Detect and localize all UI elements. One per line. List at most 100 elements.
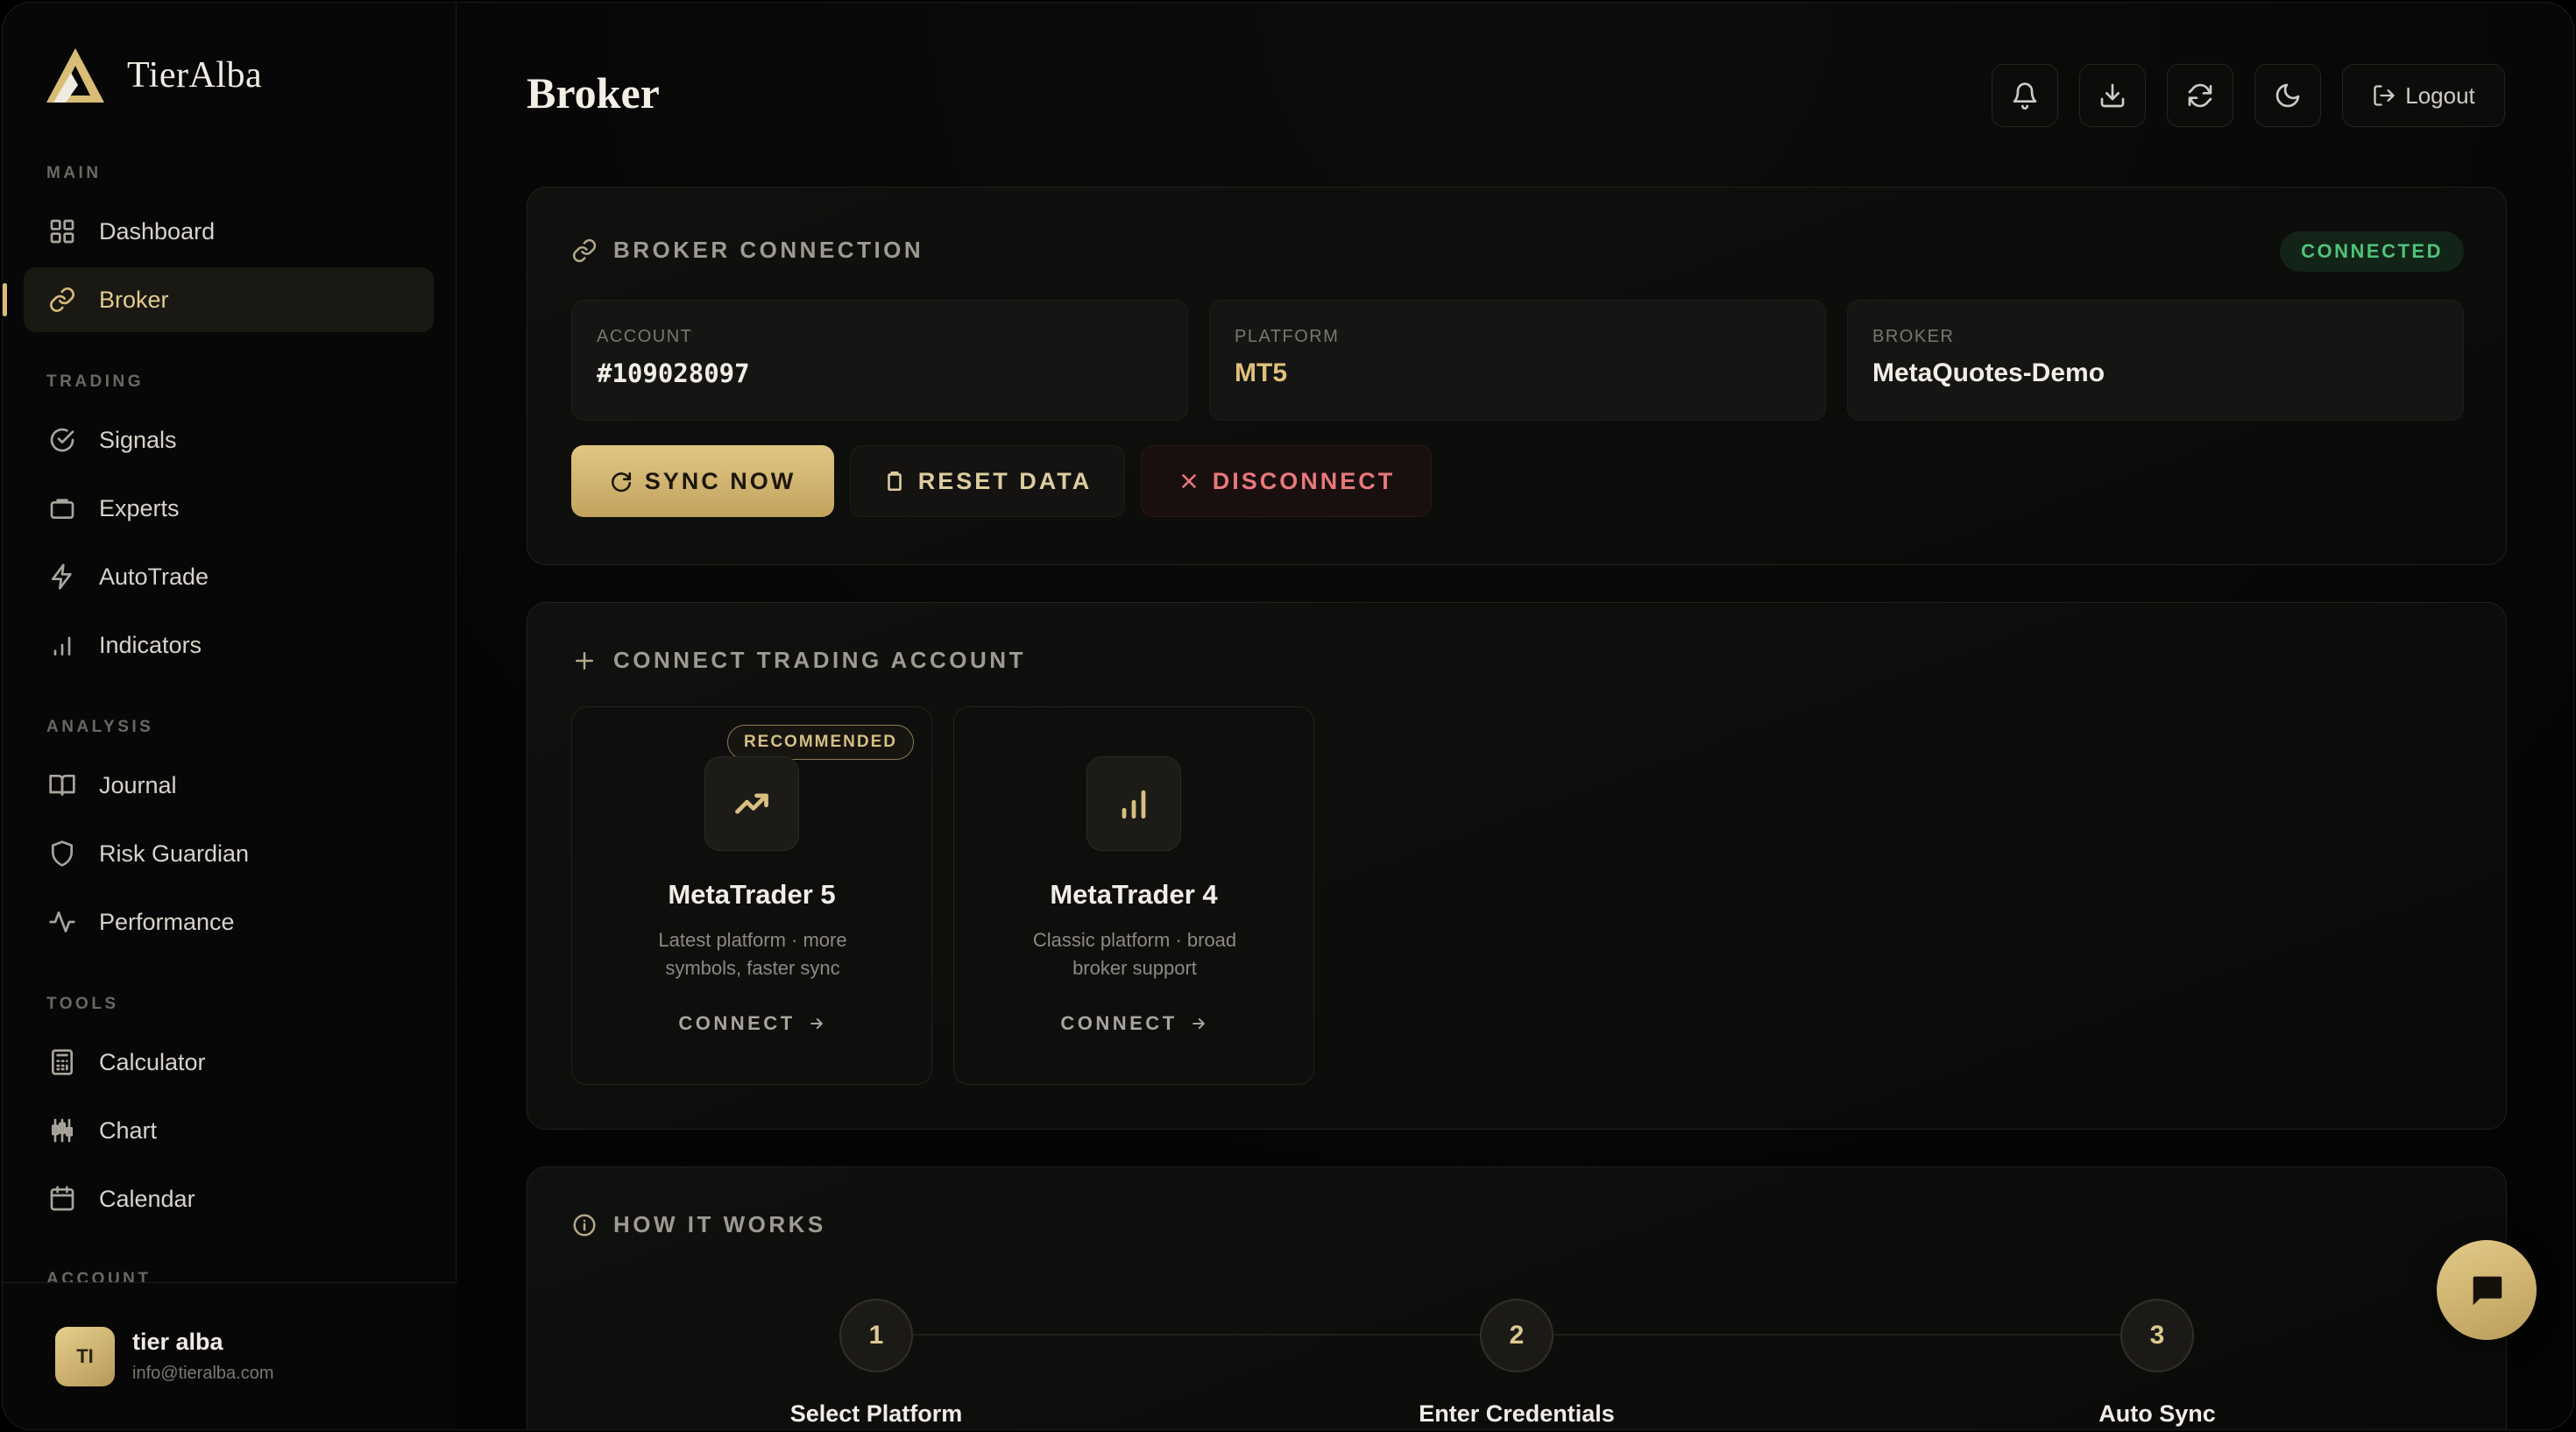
sidebar-item-label: Experts xyxy=(99,494,180,521)
platform-info: PLATFORM MT5 xyxy=(1209,300,1826,421)
how-it-works-card: HOW IT WORKS 1 Select Platform 2 Enter C… xyxy=(527,1166,2507,1429)
card-title: HOW IT WORKS xyxy=(571,1211,826,1238)
connect-account-card: CONNECT TRADING ACCOUNT RECOMMENDED Meta… xyxy=(527,602,2507,1130)
sidebar-item-label: Dashboard xyxy=(99,217,216,245)
chat-button[interactable] xyxy=(2437,1240,2537,1340)
platform-card-mt5[interactable]: RECOMMENDED MetaTrader 5 Latest platform… xyxy=(571,706,932,1085)
platform-connect-link[interactable]: CONNECT xyxy=(572,1012,931,1035)
sidebar-item-label: Calendar xyxy=(99,1185,195,1212)
briefcase-icon xyxy=(50,499,74,519)
platform-description: Latest platform · more symbols, faster s… xyxy=(658,929,847,979)
section-analysis: ANALYSIS xyxy=(46,718,154,736)
arrow-right-icon xyxy=(810,1018,823,1029)
sidebar-item-label: Indicators xyxy=(99,631,202,658)
sidebar-item-journal[interactable]: Journal xyxy=(24,753,434,818)
link-icon xyxy=(50,287,74,312)
sidebar-item-indicators[interactable]: Indicators xyxy=(24,613,434,677)
user-profile[interactable]: TI tier alba info@tieralba.com xyxy=(3,1282,456,1429)
sidebar-item-calculator[interactable]: Calculator xyxy=(24,1030,434,1095)
refresh-icon xyxy=(2188,83,2212,108)
active-indicator xyxy=(3,283,7,316)
arrow-right-icon xyxy=(1192,1018,1205,1029)
platform-name: MetaTrader 4 xyxy=(1050,879,1218,910)
sidebar-item-autotrade[interactable]: AutoTrade xyxy=(24,544,434,609)
lightning-icon xyxy=(52,564,72,590)
account-info: ACCOUNT #109028097 xyxy=(571,300,1188,421)
platform-name: MetaTrader 5 xyxy=(668,879,836,910)
step-label: Select Platform xyxy=(789,1400,963,1427)
user-email: info@tieralba.com xyxy=(132,1364,274,1383)
sidebar-item-performance[interactable]: Performance xyxy=(24,890,434,954)
sidebar-item-label: Journal xyxy=(99,771,177,798)
brand[interactable]: TierAlba xyxy=(45,46,262,104)
sidebar-item-signals[interactable]: Signals xyxy=(24,408,434,472)
logo-icon xyxy=(46,48,104,103)
section-trading: TRADING xyxy=(46,372,145,391)
platform-description: Classic platform · broad broker support xyxy=(1032,929,1237,979)
step-number: 1 xyxy=(839,1299,913,1372)
sidebar-item-label: AutoTrade xyxy=(99,563,209,590)
moon-icon xyxy=(2275,83,2300,108)
reset-data-button[interactable]: RESET DATA xyxy=(850,445,1125,517)
status-badge: CONNECTED xyxy=(2280,231,2464,272)
sidebar-item-label: Chart xyxy=(99,1117,158,1144)
broker-label: BROKER xyxy=(1872,327,1955,346)
calculator-icon xyxy=(52,1049,73,1075)
card-title: CONNECT TRADING ACCOUNT xyxy=(571,647,1026,674)
broker-connection-card: BROKER CONNECTION CONNECTED ACCOUNT #109… xyxy=(527,187,2507,565)
platform-label: PLATFORM xyxy=(1235,327,1340,346)
platform-icon xyxy=(1086,756,1181,851)
disconnect-button[interactable]: DISCONNECT xyxy=(1141,445,1432,517)
bar-chart-icon xyxy=(1122,790,1146,819)
theme-toggle-button[interactable] xyxy=(2254,64,2321,127)
check-circle-icon xyxy=(50,428,74,452)
notifications-button[interactable] xyxy=(1992,64,2058,127)
recommended-badge: RECOMMENDED xyxy=(726,725,914,760)
sidebar-item-experts[interactable]: Experts xyxy=(24,476,434,541)
sidebar-item-chart[interactable]: Chart xyxy=(24,1098,434,1163)
platform-card-mt4[interactable]: MetaTrader 4 Classic platform · broad br… xyxy=(953,706,1314,1085)
sidebar-item-dashboard[interactable]: Dashboard xyxy=(24,199,434,264)
sidebar-item-label: Broker xyxy=(99,286,169,313)
logout-icon xyxy=(2374,85,2395,106)
chat-icon xyxy=(2473,1276,2502,1306)
sidebar: TierAlba MAIN Dashboard Broker TRADING S… xyxy=(3,3,456,1429)
plus-icon xyxy=(576,651,593,670)
platform-icon xyxy=(704,756,799,851)
info-icon xyxy=(573,1214,596,1236)
account-value: #109028097 xyxy=(597,358,750,388)
trending-up-icon xyxy=(735,793,768,814)
download-button[interactable] xyxy=(2079,64,2146,127)
bar-chart-icon xyxy=(53,636,71,656)
sidebar-item-label: Performance xyxy=(99,908,235,935)
section-main: MAIN xyxy=(46,164,102,182)
activity-icon xyxy=(49,911,75,932)
card-title: BROKER CONNECTION xyxy=(571,237,924,264)
sync-now-button[interactable]: SYNC NOW xyxy=(571,445,834,517)
broker-info: BROKER MetaQuotes-Demo xyxy=(1847,300,2464,421)
refresh-button[interactable] xyxy=(2167,64,2233,127)
sidebar-item-label: Signals xyxy=(99,426,177,453)
close-icon xyxy=(1181,474,1196,488)
broker-value: MetaQuotes-Demo xyxy=(1872,358,2105,387)
sidebar-item-label: Calculator xyxy=(99,1048,206,1075)
user-name: tier alba xyxy=(132,1329,223,1355)
step-label: Auto Sync xyxy=(2098,1400,2216,1427)
section-tools: TOOLS xyxy=(46,995,119,1013)
platform-connect-link[interactable]: CONNECT xyxy=(954,1012,1313,1035)
sidebar-item-calendar[interactable]: Calendar xyxy=(24,1166,434,1231)
sidebar-item-broker[interactable]: Broker xyxy=(3,267,434,332)
shield-icon xyxy=(52,840,73,867)
logout-button[interactable]: Logout xyxy=(2342,64,2505,127)
sidebar-item-risk-guardian[interactable]: Risk Guardian xyxy=(24,821,434,886)
download-icon xyxy=(2100,83,2125,108)
step-number: 3 xyxy=(2120,1299,2194,1372)
avatar: TI xyxy=(55,1327,115,1386)
platform-value: MT5 xyxy=(1235,358,1287,387)
bell-icon xyxy=(2013,82,2037,110)
brand-name: TierAlba xyxy=(127,55,263,96)
refresh-icon xyxy=(611,472,631,493)
account-label: ACCOUNT xyxy=(597,327,693,346)
sidebar-item-label: Risk Guardian xyxy=(99,840,250,867)
step-number: 2 xyxy=(1480,1299,1553,1372)
